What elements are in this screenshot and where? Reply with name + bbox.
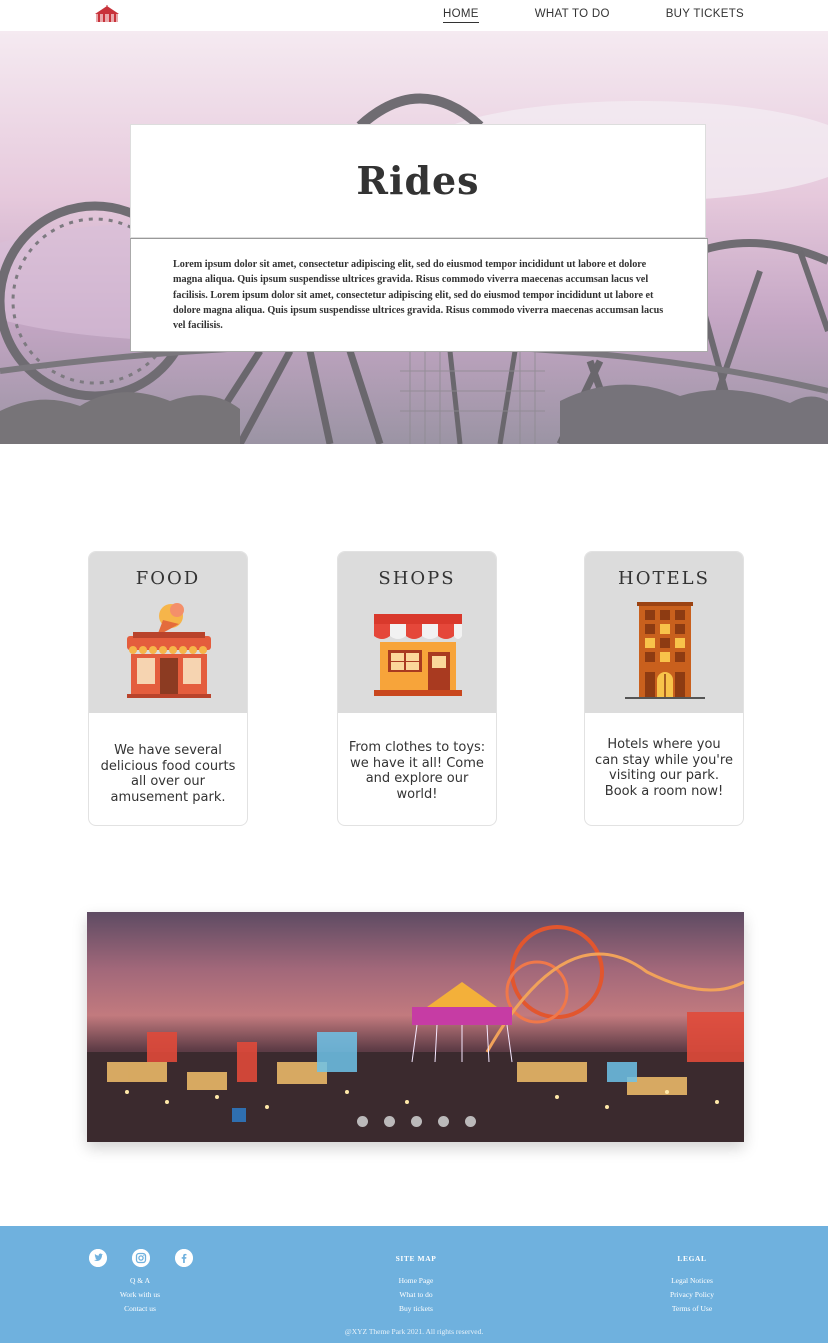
footer-privacy-policy-link[interactable]: Privacy Policy [642, 1288, 742, 1302]
footer-what-to-do-link[interactable]: What to do [366, 1288, 466, 1302]
card-header: SHOPS [338, 552, 496, 713]
carousel-dot-2[interactable] [384, 1116, 395, 1127]
footer-buy-tickets-link[interactable]: Buy tickets [366, 1302, 466, 1316]
card-description: We have several delicious food courts al… [100, 743, 236, 805]
hero-description: Lorem ipsum dolor sit amet, consectetur … [173, 259, 664, 332]
footer-sitemap: SITE MAP Home Page What to do Buy ticket… [366, 1252, 466, 1316]
copyright-text: @XYZ Theme Park 2021. All rights reserve… [344, 1327, 484, 1336]
footer-sitemap-title: SITE MAP [395, 1254, 437, 1263]
hero-title-box: Rides [130, 124, 706, 238]
top-navigation: HOME WHAT TO DO BUY TICKETS [0, 0, 828, 31]
nav-home-link[interactable]: HOME [443, 8, 479, 23]
card-header: FOOD [89, 552, 247, 713]
card-header: HOTELS [585, 552, 743, 713]
nav-links: HOME WHAT TO DO BUY TICKETS [387, 8, 744, 23]
carousel-dot-1[interactable] [357, 1116, 368, 1127]
footer-about-links: Q & A Work with us Contact us [100, 1274, 180, 1316]
facebook-icon[interactable] [175, 1249, 193, 1267]
hotel-icon [625, 602, 705, 699]
shop-icon [374, 614, 462, 696]
fairground-night-image [87, 912, 744, 1142]
food-card[interactable]: FOOD We have several delicious food cour… [88, 551, 248, 826]
carousel-indicators [357, 1116, 476, 1127]
hotels-card[interactable]: HOTELS Hotels where you can stay while y… [584, 551, 744, 826]
card-title: SHOPS [378, 568, 456, 589]
food-stall-icon [127, 603, 211, 698]
instagram-icon[interactable] [132, 1249, 150, 1267]
card-description: From clothes to toys: we have it all! Co… [348, 740, 486, 802]
card-description: Hotels where you can stay while you're v… [595, 737, 733, 799]
amusement-park-carousel[interactable] [87, 912, 744, 1142]
hero-text-box: Lorem ipsum dolor sit amet, consectetur … [130, 238, 708, 352]
footer-home-page-link[interactable]: Home Page [366, 1274, 466, 1288]
carousel-dot-5[interactable] [465, 1116, 476, 1127]
hero-title: Rides [356, 158, 480, 203]
footer-qa-link[interactable]: Q & A [100, 1274, 180, 1288]
nav-buy-tickets-link[interactable]: BUY TICKETS [666, 8, 744, 20]
twitter-icon[interactable] [89, 1249, 107, 1267]
footer-contact-us-link[interactable]: Contact us [100, 1302, 180, 1316]
carousel-dot-4[interactable] [438, 1116, 449, 1127]
shops-card[interactable]: SHOPS From clothes to toys: we have it a… [337, 551, 497, 826]
site-footer: Q & A Work with us Contact us SITE MAP H… [0, 1226, 828, 1343]
hero-card: Rides Lorem ipsum dolor sit amet, consec… [130, 124, 708, 353]
footer-legal: LEGAL Legal Notices Privacy Policy Terms… [642, 1252, 742, 1316]
hero-banner: Rides Lorem ipsum dolor sit amet, consec… [0, 31, 828, 444]
carousel-dot-3[interactable] [411, 1116, 422, 1127]
circus-tent-logo-icon[interactable] [92, 5, 122, 23]
footer-legal-notices-link[interactable]: Legal Notices [642, 1274, 742, 1288]
footer-work-with-us-link[interactable]: Work with us [100, 1288, 180, 1302]
nav-what-to-do-link[interactable]: WHAT TO DO [535, 8, 610, 20]
footer-legal-title: LEGAL [677, 1254, 707, 1263]
card-title: FOOD [135, 568, 201, 589]
footer-terms-of-use-link[interactable]: Terms of Use [642, 1302, 742, 1316]
card-title: HOTELS [618, 568, 710, 589]
